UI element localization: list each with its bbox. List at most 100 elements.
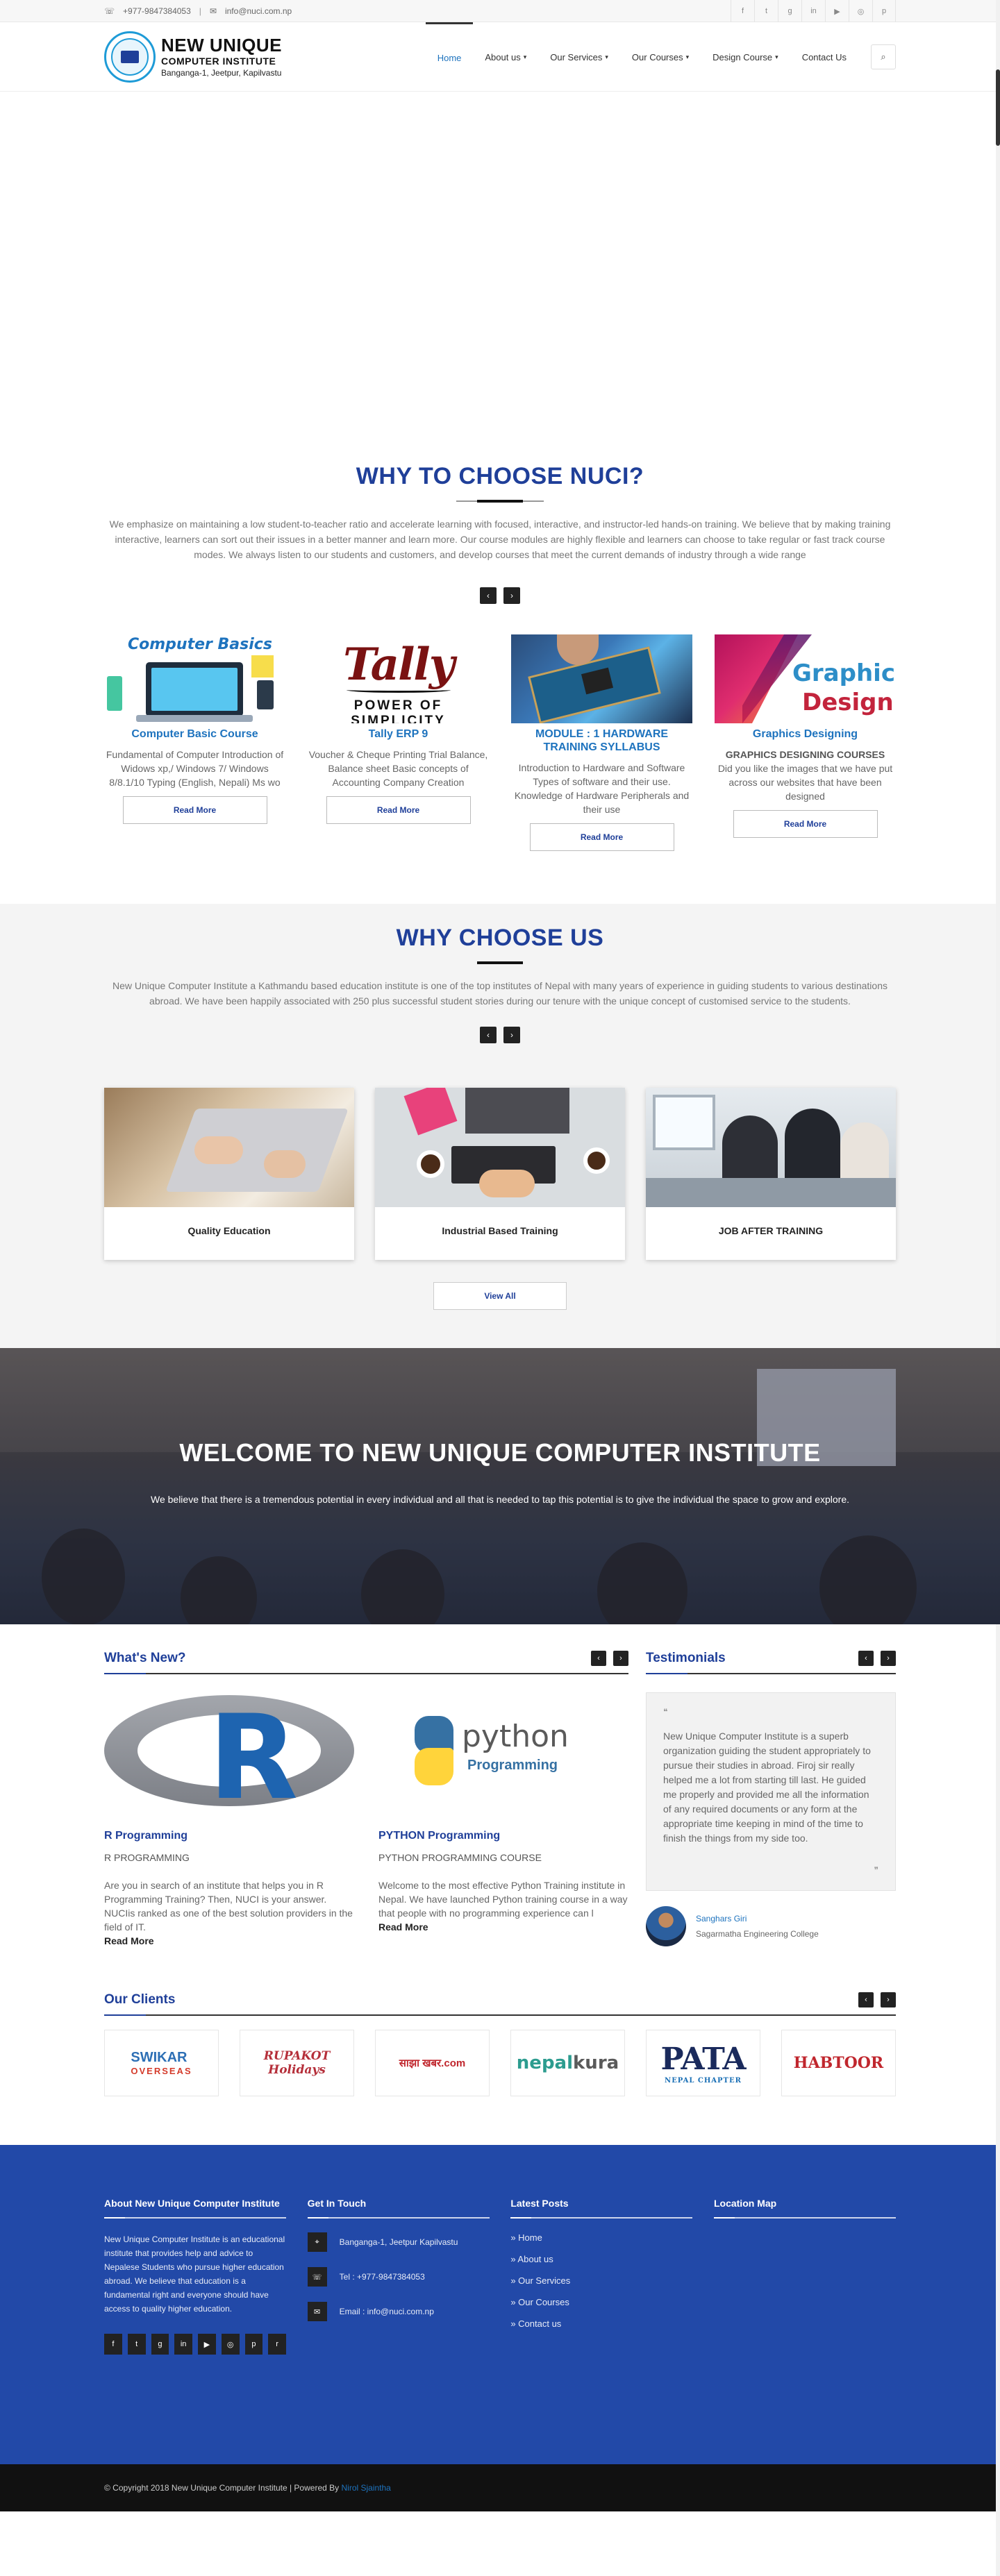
footer-link-about[interactable]: » About us: [510, 2254, 692, 2264]
logo-line2: COMPUTER INSTITUTE: [161, 56, 276, 67]
nav-item-about[interactable]: About us ▾: [473, 22, 538, 92]
client-name: PATA: [660, 2042, 746, 2077]
topbar-email[interactable]: info@nuci.com.np: [225, 6, 292, 16]
carousel-arrows: ‹ ›: [591, 1651, 628, 1666]
footer-about-title: About New Unique Computer Institute: [104, 2196, 286, 2219]
instagram-icon[interactable]: ◎: [849, 0, 872, 22]
chevron-left-icon[interactable]: ‹: [858, 1651, 874, 1666]
chevron-left-icon[interactable]: ‹: [591, 1651, 606, 1666]
read-more-button[interactable]: Read More: [326, 796, 471, 824]
author-name[interactable]: Sanghars Giri: [696, 1914, 819, 1923]
post-image-r-logo[interactable]: R: [104, 1688, 354, 1813]
youtube-icon[interactable]: ▶: [198, 2334, 216, 2355]
carousel-arrows: ‹ ›: [858, 1992, 896, 2007]
twitter-icon[interactable]: t: [127, 2334, 146, 2355]
course-image-graphic-design[interactable]: Graphic Design: [715, 634, 896, 723]
footer-contact: Get In Touch ⌖ Banganga-1, Jeetpur Kapilv…: [307, 2196, 490, 2355]
scrollbar-thumb[interactable]: [996, 69, 1000, 146]
footer-link-contact[interactable]: » Contact us: [510, 2318, 692, 2329]
course-title[interactable]: Computer Basic Course: [104, 727, 285, 741]
why-choose-us-section: WHY CHOOSE US New Unique Computer Instit…: [0, 904, 1000, 1348]
search-icon[interactable]: ⌕: [871, 44, 896, 69]
nav-item-contact[interactable]: Contact Us: [790, 22, 858, 92]
footer-email[interactable]: Email : info@nuci.com.np: [340, 2307, 434, 2316]
post-image-python-logo[interactable]: python Programming: [378, 1688, 628, 1813]
pinterest-icon[interactable]: p: [872, 0, 896, 22]
quote-open-icon: ❝: [663, 1707, 668, 1717]
chevron-left-icon[interactable]: ‹: [480, 587, 497, 604]
read-more-button[interactable]: Read More: [122, 796, 267, 824]
nav-item-design-course[interactable]: Design Course ▾: [701, 22, 790, 92]
nav-item-services[interactable]: Our Services ▾: [538, 22, 620, 92]
pinterest-icon[interactable]: p: [244, 2334, 263, 2355]
course-image-computer-basics[interactable]: Computer Basics: [104, 634, 285, 723]
post-excerpt: Are you in search of an institute that h…: [104, 1880, 353, 1933]
chevron-right-icon[interactable]: ›: [503, 1027, 520, 1043]
read-more-button[interactable]: Read More: [733, 810, 878, 838]
facebook-icon[interactable]: f: [104, 2334, 122, 2355]
course-title[interactable]: Tally ERP 9: [308, 727, 489, 741]
course-title[interactable]: Graphics Designing: [715, 727, 896, 741]
testimonials-block: Testimonials ‹ › ❝ New Unique Computer I…: [646, 1651, 896, 1946]
topbar-phone[interactable]: +977-9847384053: [123, 6, 191, 16]
chevron-left-icon[interactable]: ‹: [858, 1992, 874, 2007]
youtube-icon[interactable]: ▶: [825, 0, 849, 22]
chevron-right-icon[interactable]: ›: [881, 1651, 896, 1666]
footer-link-home[interactable]: » Home: [510, 2232, 692, 2243]
client-logo-pata[interactable]: PATA NEPAL CHAPTER: [646, 2030, 760, 2096]
welcome-banner: WELCOME TO NEW UNIQUE COMPUTER INSTITUTE…: [0, 1348, 1000, 1624]
hero-slider: [0, 92, 1000, 463]
client-logo-rupakot[interactable]: RUPAKOT Holidays: [240, 2030, 354, 2096]
footer-link-courses[interactable]: » Our Courses: [510, 2297, 692, 2307]
google-plus-icon[interactable]: g: [151, 2334, 169, 2355]
main-nav: Home About us ▾ Our Services ▾ Our Courses…: [425, 22, 896, 92]
footer-link-services[interactable]: » Our Services: [510, 2275, 692, 2286]
chevron-right-icon[interactable]: ›: [881, 1992, 896, 2007]
nav-label: Home: [437, 53, 462, 63]
course-image-tally[interactable]: Tally POWER OF SIMPLICITY: [308, 634, 489, 723]
client-logo-nepalkura[interactable]: nepal kura: [510, 2030, 625, 2096]
image-caption: Graphic: [792, 659, 895, 687]
course-image-hardware[interactable]: [511, 634, 692, 723]
course-card: Computer Basics Computer Basic Course Fu…: [104, 634, 285, 851]
whats-new-title: What's New?: [104, 1651, 186, 1665]
nav-item-home[interactable]: Home: [425, 22, 474, 92]
linkedin-icon[interactable]: in: [174, 2334, 192, 2355]
chevron-left-icon[interactable]: ‹: [480, 1027, 497, 1043]
course-title[interactable]: MODULE : 1 HARDWARE TRAINING SYLLABUS: [511, 727, 692, 754]
read-more-button[interactable]: Read More: [529, 823, 674, 851]
site-footer: About New Unique Computer Institute New …: [0, 2145, 1000, 2464]
course-body: Fundamental of Computer Introduction of …: [106, 749, 284, 788]
image-tagline: POWER OF SIMPLICITY: [351, 698, 446, 723]
read-more-link[interactable]: Read More: [104, 1935, 354, 1946]
client-name: साझा खबर.com: [399, 2057, 466, 2069]
client-sub: OVERSEAS: [131, 2066, 192, 2076]
rss-icon[interactable]: r: [268, 2334, 286, 2355]
quote-close-icon: ❞: [874, 1865, 878, 1875]
site-logo[interactable]: NEW UNIQUE COMPUTER INSTITUTE Banganga-1…: [104, 31, 282, 83]
feature-card[interactable]: JOB AFTER TRAINING: [646, 1088, 896, 1260]
view-all-button[interactable]: View All: [433, 1282, 567, 1310]
page-scrollbar[interactable]: [996, 0, 1000, 2576]
copyright-bar: © Copyright 2018 New Unique Computer Ins…: [0, 2464, 1000, 2511]
powered-by-link[interactable]: Nirol Sjaintha: [341, 2483, 390, 2493]
linkedin-icon[interactable]: in: [801, 0, 825, 22]
client-logo-sajha-khabar[interactable]: साझा खबर.com: [375, 2030, 490, 2096]
footer-tel[interactable]: Tel : +977-9847384053: [340, 2272, 425, 2282]
client-logo-swikar[interactable]: SWIKAR OVERSEAS: [104, 2030, 219, 2096]
read-more-link[interactable]: Read More: [378, 1921, 628, 1933]
chevron-right-icon[interactable]: ›: [503, 587, 520, 604]
post-title[interactable]: R Programming: [104, 1830, 354, 1842]
chevron-down-icon: ▾: [775, 53, 778, 60]
nav-item-courses[interactable]: Our Courses ▾: [620, 22, 701, 92]
feature-card[interactable]: Industrial Based Training: [375, 1088, 625, 1260]
client-logo-habtoor[interactable]: HABTOOR: [781, 2030, 896, 2096]
chevron-right-icon[interactable]: ›: [613, 1651, 628, 1666]
feature-card[interactable]: Quality Education: [104, 1088, 354, 1260]
post-title[interactable]: PYTHON Programming: [378, 1830, 628, 1842]
facebook-icon[interactable]: f: [731, 0, 754, 22]
twitter-icon[interactable]: t: [754, 0, 778, 22]
title-divider: [456, 500, 544, 503]
instagram-icon[interactable]: ◎: [221, 2334, 240, 2355]
google-plus-icon[interactable]: g: [778, 0, 801, 22]
